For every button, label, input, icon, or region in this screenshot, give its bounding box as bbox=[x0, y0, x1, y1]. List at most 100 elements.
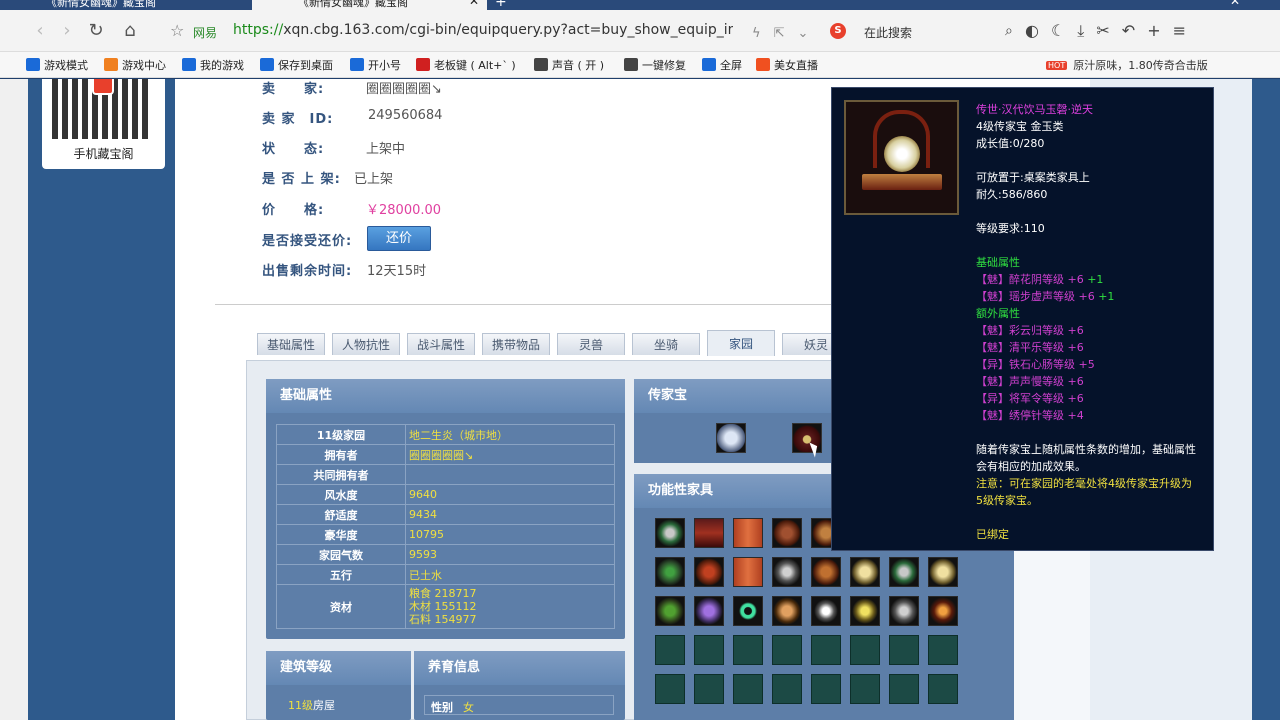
window-controls[interactable]: ✕ bbox=[1230, 0, 1240, 8]
forward-icon[interactable]: › bbox=[55, 20, 79, 41]
url-text[interactable]: https://xqn.cbg.163.com/cgi-bin/equipque… bbox=[233, 22, 733, 38]
search-box[interactable]: S 在此搜索 ⌕ bbox=[830, 21, 1013, 43]
screen-icon-2[interactable] bbox=[733, 557, 763, 587]
item-image bbox=[844, 100, 959, 215]
empty-slot[interactable] bbox=[889, 635, 919, 665]
screen-icon[interactable] bbox=[733, 518, 763, 548]
basic-attr-1: 【魅】醉花阴等级 +6 +1 bbox=[976, 271, 1103, 287]
bookmark-live[interactable]: 美女直播 bbox=[756, 57, 818, 73]
empty-slot[interactable] bbox=[655, 635, 685, 665]
bookmark-sound[interactable]: 声音 ( 开 ) bbox=[534, 57, 604, 73]
bookmark-fix[interactable]: 一键修复 bbox=[624, 57, 686, 73]
breeding-row: 性别 女 bbox=[424, 695, 614, 715]
plant-icon[interactable] bbox=[655, 518, 685, 548]
search-engine-icon[interactable]: S bbox=[830, 23, 846, 39]
empty-slot[interactable] bbox=[850, 635, 880, 665]
table-row: 11级家园 地二生炎（城市地） bbox=[276, 424, 615, 445]
bed-icon[interactable] bbox=[694, 557, 724, 587]
table-row: 资材 粮食 218717 木材 155112 石料 154977 bbox=[276, 584, 615, 629]
bookmark-game-mode[interactable]: 游戏模式 bbox=[26, 57, 88, 73]
tab-home[interactable]: 家园 bbox=[707, 330, 775, 356]
row-value: 9640 bbox=[405, 484, 615, 505]
stone-icon[interactable] bbox=[772, 557, 802, 587]
close-icon[interactable]: ✕ bbox=[469, 0, 479, 8]
remaining-value: 12天15时 bbox=[367, 264, 427, 279]
url-box[interactable]: ☆ 网易 https://xqn.cbg.163.com/cgi-bin/equ… bbox=[160, 17, 1013, 45]
star-icon[interactable]: ☆ bbox=[170, 21, 184, 40]
pot-icon[interactable] bbox=[889, 596, 919, 626]
empty-slot[interactable] bbox=[811, 635, 841, 665]
jade-ring-icon[interactable] bbox=[733, 596, 763, 626]
wrench-icon bbox=[624, 58, 638, 71]
resource-food: 粮食 218717 bbox=[409, 587, 477, 600]
empty-slot[interactable] bbox=[889, 674, 919, 704]
bookmark-fullscreen[interactable]: 全屏 bbox=[702, 57, 742, 73]
row-key: 五行 bbox=[276, 564, 406, 585]
empty-slot[interactable] bbox=[772, 674, 802, 704]
empty-slot[interactable] bbox=[850, 674, 880, 704]
search-icon[interactable]: ⌕ bbox=[1005, 23, 1013, 39]
stool-icon[interactable] bbox=[811, 557, 841, 587]
attr-bonus: +1 bbox=[1087, 273, 1104, 286]
tree-icon[interactable] bbox=[655, 596, 685, 626]
back-icon[interactable]: ‹ bbox=[28, 20, 52, 41]
bookmark-my-games[interactable]: 我的游戏 bbox=[182, 57, 244, 73]
heirloom-icons bbox=[634, 415, 834, 463]
desktop-icon bbox=[260, 58, 274, 71]
tent-icon[interactable] bbox=[850, 557, 880, 587]
func-panel: 功能性家具 bbox=[634, 474, 834, 512]
extra-attr: 【魅】绣停针等级 +4 bbox=[976, 409, 1084, 422]
heirloom-orb-icon[interactable] bbox=[716, 423, 746, 453]
desk-icon[interactable] bbox=[772, 596, 802, 626]
tab-basic[interactable]: 基础属性 bbox=[257, 333, 325, 355]
plant-icon-2[interactable] bbox=[889, 557, 919, 587]
browser-tab-2[interactable]: 《新倩女幽魂》藏宝阁 ✕ bbox=[252, 0, 487, 10]
new-tab-icon[interactable]: + bbox=[495, 0, 507, 10]
lamp-icon[interactable] bbox=[928, 596, 958, 626]
toolbar-icons[interactable]: ◐☾⤓✂↶+≡ bbox=[1025, 21, 1198, 41]
tab-pets[interactable]: 灵兽 bbox=[557, 333, 625, 355]
site-tag: 网易 bbox=[193, 26, 218, 40]
empty-slot[interactable] bbox=[733, 635, 763, 665]
chair-icon[interactable] bbox=[772, 518, 802, 548]
browser-tab-1[interactable]: 《新倩女幽魂》藏宝阁 bbox=[0, 0, 250, 10]
tab-title: 《新倩女幽魂》藏宝阁 bbox=[46, 0, 156, 9]
bookmark-game-center[interactable]: 游戏中心 bbox=[104, 57, 166, 73]
tent-icon-2[interactable] bbox=[928, 557, 958, 587]
bird-icon[interactable] bbox=[850, 596, 880, 626]
crystal-icon[interactable] bbox=[694, 596, 724, 626]
table-row: 家园气数 9593 bbox=[276, 544, 615, 565]
tab-mounts[interactable]: 坐骑 bbox=[632, 333, 700, 355]
bookmark-boss-key[interactable]: 老板键 ( Alt+` ) bbox=[416, 57, 516, 73]
empty-slot[interactable] bbox=[772, 635, 802, 665]
empty-slot[interactable] bbox=[928, 635, 958, 665]
empty-slot[interactable] bbox=[733, 674, 763, 704]
crane-icon[interactable] bbox=[811, 596, 841, 626]
empty-slot[interactable] bbox=[655, 674, 685, 704]
home-icon[interactable]: ⌂ bbox=[118, 20, 142, 41]
basic-table: 11级家园 地二生炎（城市地） 拥有者 圈圈圈圈圈↘ 共同拥有者 风水度 9640 舒… bbox=[276, 424, 615, 629]
bookmark-alt-account[interactable]: 开小号 bbox=[350, 57, 401, 73]
counter-offer-button[interactable]: 还价 bbox=[367, 226, 431, 251]
cabinet-icon[interactable] bbox=[694, 518, 724, 548]
empty-slot[interactable] bbox=[928, 674, 958, 704]
note-line-1: 随着传家宝上随机属性条数的增加，基础属性 bbox=[976, 443, 1196, 456]
empty-slot[interactable] bbox=[694, 674, 724, 704]
row-key: 资材 bbox=[276, 584, 406, 629]
url-tools-icon[interactable]: ϟ ⇱ ⌄ bbox=[752, 22, 808, 41]
empty-slot[interactable] bbox=[694, 635, 724, 665]
tab-resistance[interactable]: 人物抗性 bbox=[332, 333, 400, 355]
refresh-icon[interactable]: ↻ bbox=[84, 20, 108, 41]
qr-card[interactable]: 手机藏宝阁 bbox=[42, 79, 165, 169]
bookmark-save-desktop[interactable]: 保存到桌面 bbox=[260, 57, 333, 73]
table-row: 五行 已土水 bbox=[276, 564, 615, 585]
bamboo-icon[interactable] bbox=[655, 557, 685, 587]
row-value: 圈圈圈圈圈↘ bbox=[405, 444, 615, 465]
empty-slot[interactable] bbox=[811, 674, 841, 704]
ad-link[interactable]: HOT 原汁原味，1.80传奇合击版 bbox=[1046, 57, 1208, 73]
note-line-2: 会有相应的加成效果。 bbox=[976, 460, 1086, 473]
tab-items[interactable]: 携带物品 bbox=[482, 333, 550, 355]
price-label: 价 格: bbox=[262, 203, 325, 218]
search-input[interactable]: 在此搜索 bbox=[864, 24, 912, 41]
tab-combat[interactable]: 战斗属性 bbox=[407, 333, 475, 355]
